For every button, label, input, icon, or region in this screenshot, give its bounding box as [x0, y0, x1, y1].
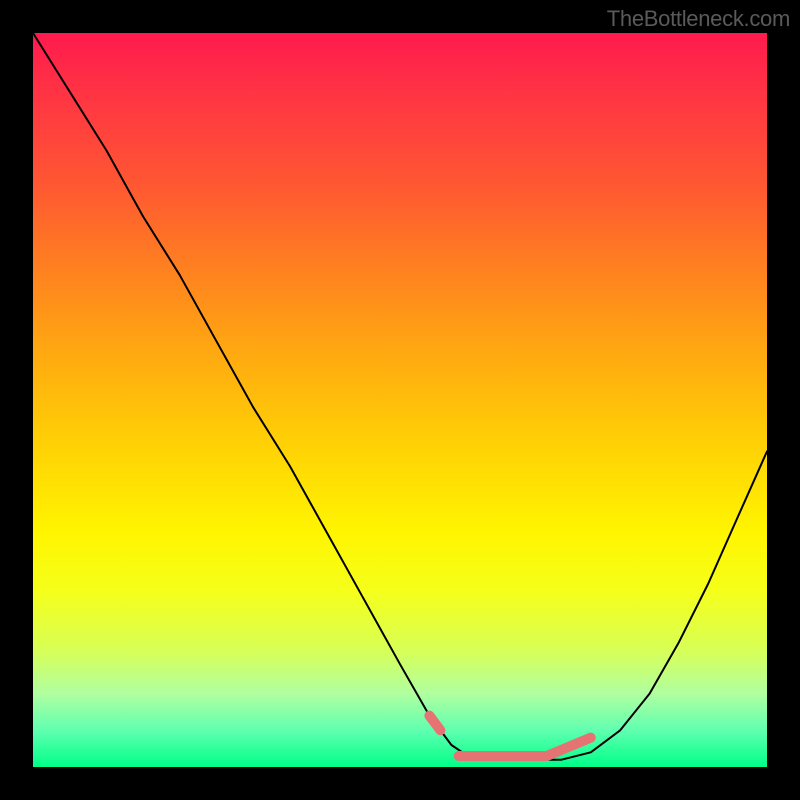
bottleneck-curve — [33, 33, 767, 767]
watermark-text: TheBottleneck.com — [607, 6, 790, 32]
chart-plot-area — [33, 33, 767, 767]
